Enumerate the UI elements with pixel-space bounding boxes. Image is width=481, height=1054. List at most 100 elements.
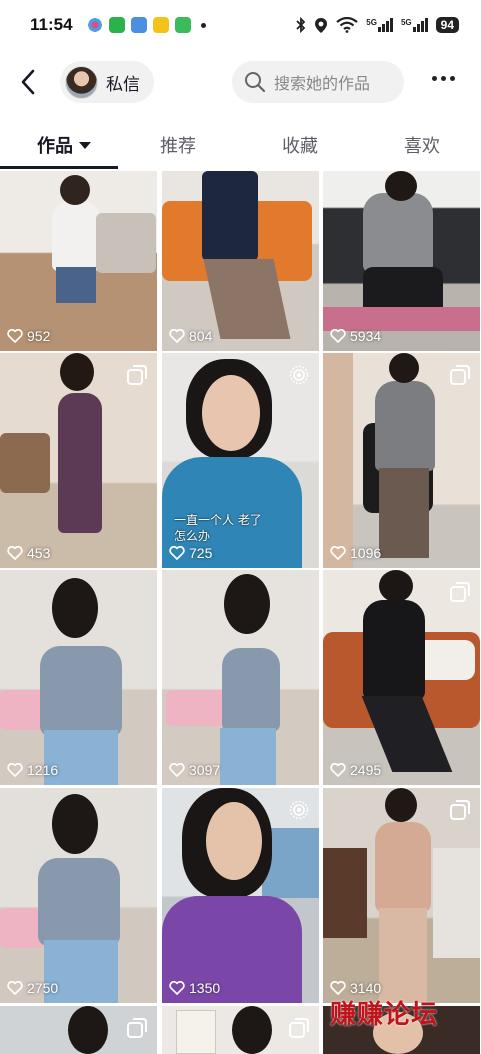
video-thumbnail: [0, 353, 157, 568]
notification-icons: [86, 17, 206, 33]
like-count-value: 5934: [350, 328, 382, 344]
profile-header: 私信 搜索她的作品: [0, 58, 481, 106]
multi-image-icon: [450, 582, 470, 602]
heart-icon: [169, 546, 185, 560]
like-count-value: 725: [189, 545, 213, 561]
like-count: 1350: [169, 980, 220, 996]
like-count-value: 804: [189, 328, 213, 344]
heart-icon: [7, 981, 23, 995]
more-dot-icon: [450, 76, 455, 81]
video-thumbnail: [162, 570, 319, 785]
location-icon: [315, 17, 328, 33]
search-placeholder: 搜索她的作品: [274, 74, 371, 93]
multi-image-icon: [450, 800, 470, 820]
video-card[interactable]: 3140: [323, 788, 480, 1003]
like-count-value: 453: [27, 545, 51, 561]
multi-image-icon: [450, 365, 470, 385]
video-card[interactable]: 一直一个人 老了怎么办 725: [162, 353, 319, 568]
video-thumbnail: [0, 788, 157, 1003]
video-card[interactable]: [0, 1006, 157, 1054]
video-card[interactable]: 1350: [162, 788, 319, 1003]
status-indicators: 5G 5G 94: [296, 17, 459, 34]
video-thumbnail: [323, 171, 480, 351]
live-photo-icon: [289, 365, 309, 385]
app-icon-yellow: [152, 17, 169, 33]
heart-icon: [330, 981, 346, 995]
like-count-value: 1350: [189, 980, 221, 996]
video-card[interactable]: [162, 1006, 319, 1054]
tab-label: 喜欢: [404, 136, 440, 157]
video-card[interactable]: 804: [162, 171, 319, 351]
back-button[interactable]: [14, 66, 42, 98]
heart-icon: [7, 546, 23, 560]
video-thumbnail: [162, 788, 319, 1003]
message-app-icon: [174, 17, 191, 33]
tab-label: 作品: [37, 136, 73, 157]
video-card[interactable]: 1216: [0, 570, 157, 785]
network-type-label: 5G: [400, 18, 412, 27]
heart-icon: [330, 546, 346, 560]
private-message-label: 私信: [106, 74, 140, 95]
video-thumbnail: [323, 353, 480, 568]
heart-icon: [7, 329, 23, 343]
more-options-button[interactable]: [432, 76, 455, 81]
tab-works[interactable]: 作品: [37, 132, 91, 158]
active-tab-indicator: [0, 166, 118, 169]
like-count-value: 1096: [350, 545, 382, 561]
heart-icon: [169, 981, 185, 995]
cellular-signal-2: 5G: [401, 18, 428, 32]
app-icon-pinwheel: [86, 17, 103, 33]
live-photo-icon: [289, 800, 309, 820]
like-count-value: 1216: [27, 762, 59, 778]
private-message-button[interactable]: 私信: [60, 61, 154, 103]
like-count: 1096: [330, 545, 381, 561]
dropdown-caret-icon: [79, 141, 91, 149]
video-card[interactable]: 1096: [323, 353, 480, 568]
video-card[interactable]: 5934: [323, 171, 480, 351]
network-type-label: 5G: [366, 18, 377, 27]
video-card[interactable]: 2495: [323, 570, 480, 785]
cellular-signal-1: 5G: [366, 18, 393, 32]
like-count: 2495: [330, 762, 381, 778]
like-count: 725: [169, 545, 212, 561]
tab-label: 推荐: [160, 136, 196, 157]
heart-icon: [169, 763, 185, 777]
more-notifications-dot: [200, 22, 206, 28]
tab-liked[interactable]: 喜欢: [404, 132, 440, 158]
search-works-input[interactable]: 搜索她的作品: [232, 61, 404, 103]
more-dot-icon: [441, 76, 446, 81]
video-thumbnail: [0, 171, 157, 351]
like-count: 804: [169, 328, 212, 344]
battery-indicator: 94: [435, 17, 459, 33]
video-card[interactable]: 952: [0, 171, 157, 351]
like-count: 952: [7, 328, 50, 344]
video-card[interactable]: 453: [0, 353, 157, 568]
video-card[interactable]: 3097: [162, 570, 319, 785]
wechat-icon: [108, 17, 125, 33]
heart-icon: [330, 763, 346, 777]
like-count-value: 952: [27, 328, 51, 344]
bluetooth-icon: [296, 17, 306, 33]
status-time: 11:54: [30, 15, 73, 34]
watermark: 赚赚论坛: [330, 1000, 439, 1030]
multi-image-icon: [127, 365, 147, 385]
video-thumbnail: [323, 570, 480, 785]
video-thumbnail: [0, 570, 157, 785]
video-thumbnail: [162, 171, 319, 351]
search-icon: [245, 72, 266, 93]
profile-tabs: 作品 推荐 收藏 喜欢: [0, 124, 481, 170]
app-icon-blue: [130, 17, 147, 33]
video-card[interactable]: 2750: [0, 788, 157, 1003]
like-count: 2750: [7, 980, 58, 996]
like-count-value: 3097: [189, 762, 221, 778]
like-count: 5934: [330, 328, 381, 344]
multi-image-icon: [127, 1018, 147, 1038]
heart-icon: [7, 763, 23, 777]
back-arrow-icon: [21, 69, 35, 95]
heart-icon: [169, 329, 185, 343]
more-dot-icon: [432, 76, 437, 81]
like-count: 3097: [169, 762, 220, 778]
tab-favorites[interactable]: 收藏: [282, 132, 318, 158]
tab-label: 收藏: [282, 136, 318, 157]
tab-recommended[interactable]: 推荐: [160, 132, 196, 158]
